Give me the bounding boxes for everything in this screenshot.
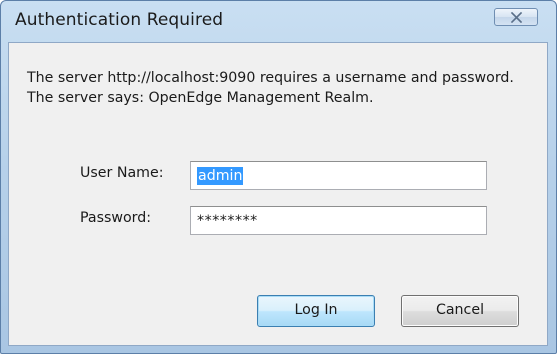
title-bar[interactable]: Authentication Required (1, 1, 556, 41)
password-label: Password: (80, 210, 152, 226)
password-value: ******** (197, 213, 258, 229)
username-value: admin (197, 167, 244, 185)
auth-dialog-window: Authentication Required The server http:… (0, 0, 557, 354)
dialog-body: The server http://localhost:9090 require… (8, 42, 548, 346)
password-field[interactable]: ******** (190, 206, 487, 235)
close-button[interactable] (494, 8, 538, 26)
close-icon (510, 12, 523, 23)
window-title: Authentication Required (15, 10, 224, 30)
username-label: User Name: (80, 165, 164, 181)
auth-message: The server http://localhost:9090 require… (27, 70, 514, 106)
username-field[interactable]: admin (190, 161, 487, 190)
login-button[interactable]: Log In (257, 295, 375, 327)
cancel-button[interactable]: Cancel (401, 295, 519, 327)
